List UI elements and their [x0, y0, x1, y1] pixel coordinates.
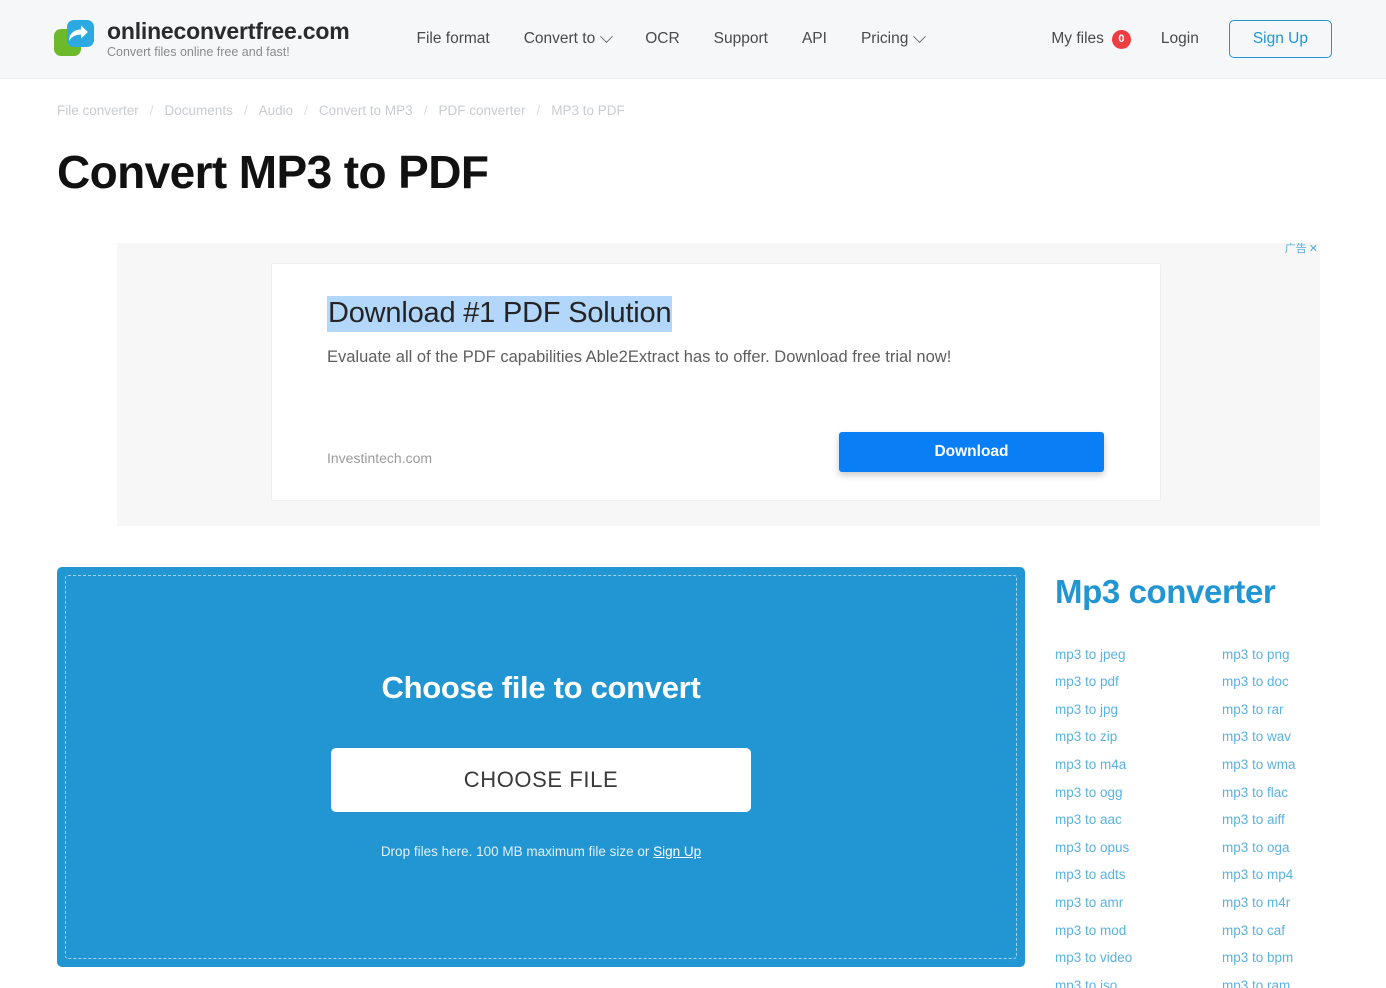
conversion-link[interactable]: mp3 to png: [1222, 641, 1386, 669]
nav-item-api[interactable]: API: [785, 22, 844, 56]
dropzone-hint: Drop files here. 100 MB maximum file siz…: [57, 844, 1025, 859]
nav-item-support[interactable]: Support: [697, 22, 785, 56]
conversion-link[interactable]: mp3 to oga: [1222, 834, 1386, 862]
signup-button[interactable]: Sign Up: [1229, 20, 1332, 58]
conversion-link[interactable]: mp3 to pdf: [1055, 668, 1222, 696]
nav-label: File format: [416, 30, 489, 48]
dropzone-hint-text: Drop files here. 100 MB maximum file siz…: [381, 844, 653, 859]
conversion-link[interactable]: mp3 to flac: [1222, 779, 1386, 807]
breadcrumb-separator: /: [424, 103, 428, 118]
conversion-link[interactable]: mp3 to rar: [1222, 696, 1386, 724]
brand-tagline: Convert files online free and fast!: [107, 46, 349, 59]
site-header: onlineconvertfree.com Convert files onli…: [0, 0, 1386, 79]
conversion-link[interactable]: mp3 to aiff: [1222, 806, 1386, 834]
advertisement-container: 广告 ✕ Download #1 PDF Solution Evaluate a…: [117, 243, 1320, 526]
breadcrumb-separator: /: [536, 103, 540, 118]
logo-arrow-icon: [65, 21, 91, 47]
close-icon[interactable]: ✕: [1309, 244, 1318, 255]
chevron-down-icon: [913, 30, 926, 43]
nav-label: API: [802, 30, 827, 48]
main-content: Choose file to convert CHOOSE FILE Drop …: [0, 567, 1386, 988]
conversion-link[interactable]: mp3 to jpeg: [1055, 641, 1222, 669]
ad-description: Evaluate all of the PDF capabilities Abl…: [327, 348, 951, 367]
breadcrumb: File converter / Documents / Audio / Con…: [0, 79, 1386, 118]
breadcrumb-item-convert-to-mp3[interactable]: Convert to MP3: [319, 103, 413, 118]
conversion-link[interactable]: mp3 to mod: [1055, 917, 1222, 945]
my-files-count-badge: 0: [1112, 30, 1131, 49]
page-title: Convert MP3 to PDF: [57, 147, 1386, 198]
conversion-link[interactable]: mp3 to video: [1055, 944, 1222, 972]
breadcrumb-separator: /: [244, 103, 248, 118]
nav-label: Support: [714, 30, 768, 48]
sidebar: Mp3 converter mp3 to jpeg mp3 to pdf mp3…: [1055, 567, 1386, 988]
conversion-link[interactable]: mp3 to doc: [1222, 668, 1386, 696]
conversion-link[interactable]: mp3 to ram: [1222, 972, 1386, 988]
nav-label: OCR: [645, 30, 679, 48]
conversion-link[interactable]: mp3 to mp4: [1222, 861, 1386, 889]
login-link[interactable]: Login: [1145, 22, 1215, 56]
ad-label-text: 广告: [1285, 244, 1307, 255]
conversion-links-column-1: mp3 to jpeg mp3 to pdf mp3 to jpg mp3 to…: [1055, 641, 1222, 988]
conversion-link[interactable]: mp3 to bpm: [1222, 944, 1386, 972]
nav-item-convert-to[interactable]: Convert to: [507, 22, 629, 56]
dropzone-signup-link[interactable]: Sign Up: [653, 844, 701, 859]
ad-download-button[interactable]: Download: [839, 432, 1104, 472]
logo-icon: [54, 20, 94, 58]
breadcrumb-item-documents[interactable]: Documents: [165, 103, 233, 118]
file-dropzone[interactable]: Choose file to convert CHOOSE FILE Drop …: [57, 567, 1025, 967]
brand-title: onlineconvertfree.com: [107, 19, 349, 43]
conversion-link[interactable]: mp3 to opus: [1055, 834, 1222, 862]
breadcrumb-item-file-converter[interactable]: File converter: [57, 103, 139, 118]
ad-label-close[interactable]: 广告 ✕: [1285, 244, 1318, 255]
nav-item-pricing[interactable]: Pricing: [844, 22, 941, 56]
breadcrumb-item-pdf-converter[interactable]: PDF converter: [438, 103, 525, 118]
choose-file-button[interactable]: CHOOSE FILE: [331, 748, 751, 812]
conversion-link[interactable]: mp3 to iso: [1055, 972, 1222, 988]
header-actions: My files 0 Login Sign Up: [1037, 20, 1332, 58]
breadcrumb-separator: /: [150, 103, 154, 118]
main-navigation: File format Convert to OCR Support API P…: [399, 22, 941, 56]
nav-item-ocr[interactable]: OCR: [628, 22, 696, 56]
conversion-link[interactable]: mp3 to zip: [1055, 723, 1222, 751]
nav-label: Pricing: [861, 30, 908, 48]
conversion-link[interactable]: mp3 to m4a: [1055, 751, 1222, 779]
conversion-link[interactable]: mp3 to caf: [1222, 917, 1386, 945]
conversion-links: mp3 to jpeg mp3 to pdf mp3 to jpg mp3 to…: [1055, 641, 1386, 988]
conversion-link[interactable]: mp3 to ogg: [1055, 779, 1222, 807]
breadcrumb-item-mp3-to-pdf[interactable]: MP3 to PDF: [551, 103, 625, 118]
my-files-label: My files: [1051, 30, 1104, 48]
conversion-link[interactable]: mp3 to jpg: [1055, 696, 1222, 724]
conversion-links-column-2: mp3 to png mp3 to doc mp3 to rar mp3 to …: [1222, 641, 1386, 988]
ad-headline[interactable]: Download #1 PDF Solution: [327, 296, 672, 332]
breadcrumb-item-audio[interactable]: Audio: [259, 103, 294, 118]
conversion-link[interactable]: mp3 to amr: [1055, 889, 1222, 917]
breadcrumb-separator: /: [304, 103, 308, 118]
ad-card[interactable]: Download #1 PDF Solution Evaluate all of…: [271, 263, 1161, 501]
conversion-link[interactable]: mp3 to wma: [1222, 751, 1386, 779]
my-files-link[interactable]: My files 0: [1037, 22, 1145, 57]
ad-source: Investintech.com: [327, 450, 432, 466]
nav-item-file-format[interactable]: File format: [399, 22, 506, 56]
conversion-link[interactable]: mp3 to aac: [1055, 806, 1222, 834]
brand-logo-link[interactable]: onlineconvertfree.com Convert files onli…: [54, 19, 349, 59]
dropzone-title: Choose file to convert: [57, 670, 1025, 706]
chevron-down-icon: [600, 30, 613, 43]
conversion-link[interactable]: mp3 to m4r: [1222, 889, 1386, 917]
conversion-link[interactable]: mp3 to adts: [1055, 861, 1222, 889]
conversion-link[interactable]: mp3 to wav: [1222, 723, 1386, 751]
sidebar-title: Mp3 converter: [1055, 575, 1386, 608]
nav-label: Convert to: [524, 30, 596, 48]
